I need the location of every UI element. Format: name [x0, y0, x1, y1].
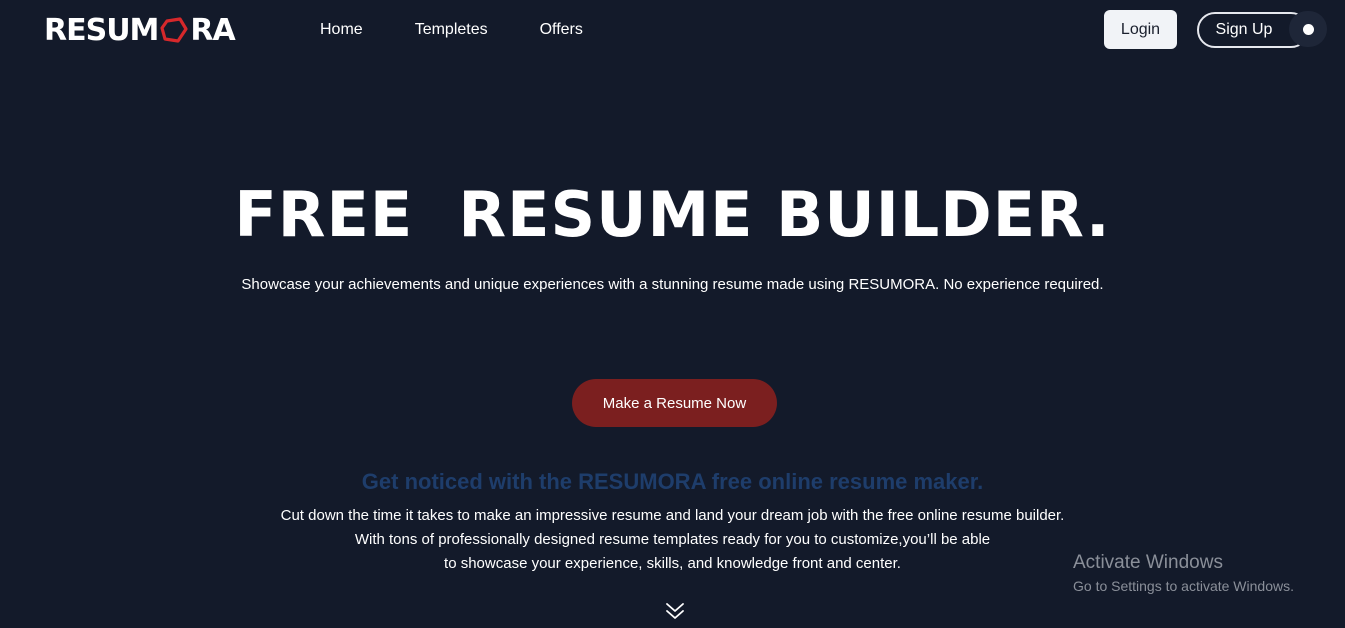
section-line: Cut down the time it takes to make an im… [280, 507, 1065, 524]
watermark-subtitle: Go to Settings to activate Windows. [1073, 578, 1294, 594]
theme-toggle[interactable] [1289, 11, 1327, 47]
make-resume-button[interactable]: Make a Resume Now [572, 379, 777, 427]
hero-title: FREE RESUME BUILDER. [234, 178, 1111, 251]
nav-link-templetes[interactable]: Templetes [415, 20, 488, 40]
toggle-knob-icon [1303, 24, 1314, 35]
page: RESUM RA Home Templetes Offers Login Sig… [0, 0, 1345, 628]
logo-o-mark-icon [160, 17, 189, 43]
login-button[interactable]: Login [1104, 10, 1177, 49]
brand-logo[interactable]: RESUM RA [44, 12, 236, 48]
brand-name-suffix: RA [190, 12, 235, 48]
activate-windows-watermark: Activate Windows Go to Settings to activ… [1073, 552, 1294, 596]
main-nav: Home Templetes Offers [320, 20, 583, 40]
section-line: With tons of professionally designed res… [354, 531, 991, 548]
navbar: RESUM RA Home Templetes Offers Login Sig… [0, 0, 1345, 62]
brand-name-prefix: RESUM [44, 12, 159, 48]
nav-link-home[interactable]: Home [320, 20, 363, 40]
hero-subtitle: Showcase your achievements and unique ex… [241, 276, 1104, 293]
double-chevron-down-icon[interactable] [664, 601, 686, 621]
nav-link-offers[interactable]: Offers [540, 20, 583, 40]
watermark-title: Activate Windows [1073, 552, 1223, 573]
section-heading: Get noticed with the RESUMORA free onlin… [361, 469, 984, 494]
